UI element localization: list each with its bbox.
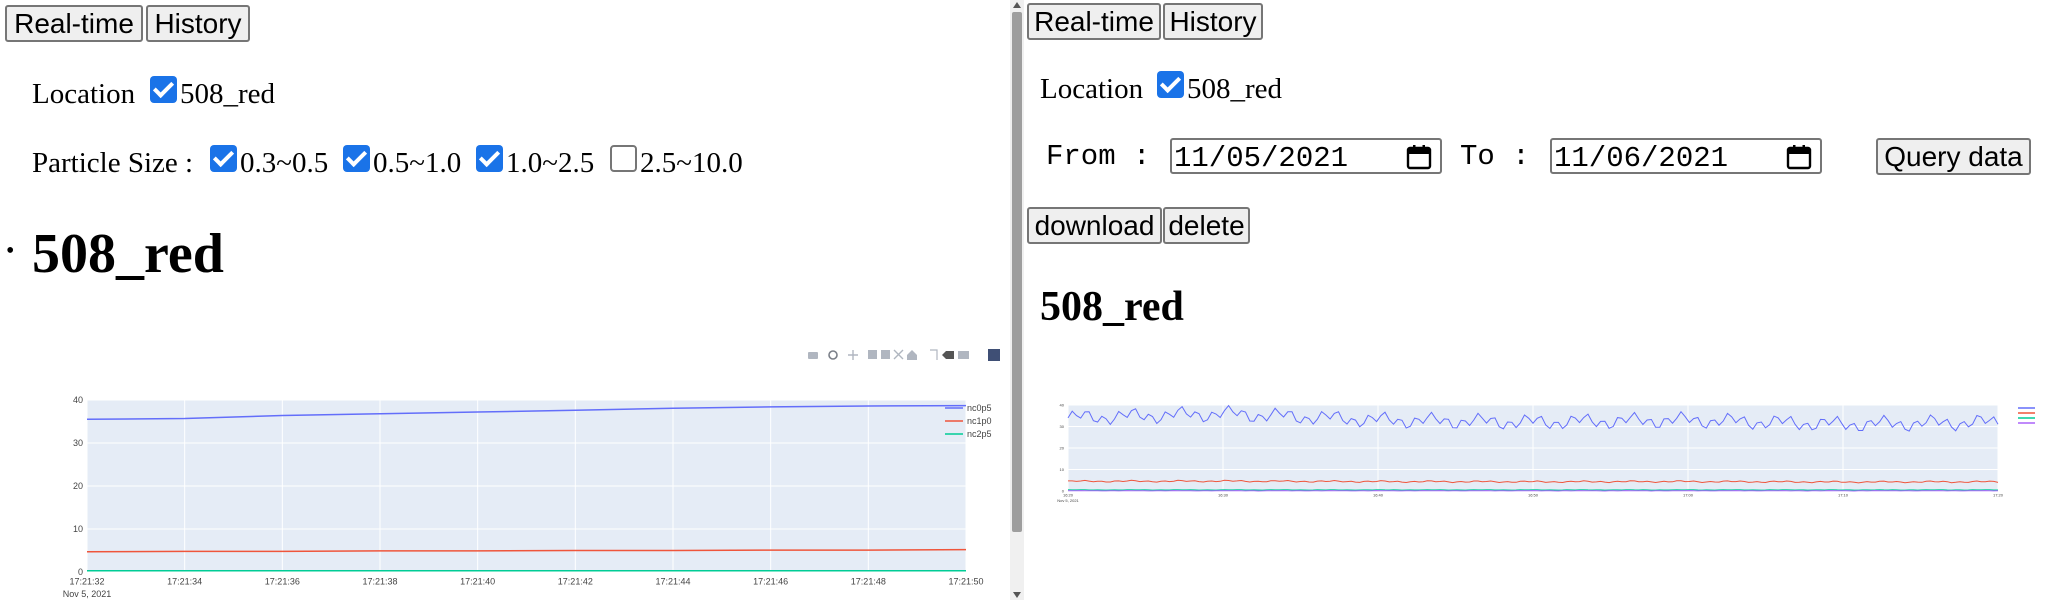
delete-button[interactable]: delete — [1163, 207, 1250, 244]
particle-checkbox-1p0[interactable] — [476, 145, 503, 172]
x-tick-label: 16:30 — [1218, 493, 1229, 498]
calendar-icon[interactable] — [1786, 144, 1812, 170]
from-date-input[interactable]: 11/05/2021 — [1170, 138, 1442, 175]
location-label: Location — [32, 78, 136, 110]
x-date-label: Nov 5, 2021 — [63, 589, 112, 599]
particle-option-1p0: 1.0~2.5 — [506, 147, 595, 179]
pan-icon[interactable] — [848, 350, 858, 360]
to-label: To : — [1460, 140, 1530, 173]
particle-option-2p5: 2.5~10.0 — [640, 147, 743, 179]
realtime-chart[interactable]: 01020304017:21:32 17:21:34 17:21:36 17:21:3… — [40, 388, 1000, 600]
particle-checkbox-0p3[interactable] — [210, 145, 237, 172]
legend-label: nc1p0 — [967, 416, 992, 426]
spike-lines-icon[interactable] — [930, 349, 938, 360]
zoom-icon[interactable] — [828, 350, 838, 360]
location-checkbox-right[interactable] — [1157, 71, 1184, 98]
y-tick-label: 10 — [1060, 467, 1065, 472]
legend-label: nc0p5 — [967, 403, 992, 413]
reset-axes-icon[interactable] — [907, 350, 917, 360]
history-button-right[interactable]: History — [1163, 3, 1263, 40]
location-heading: 508_red — [32, 223, 224, 285]
x-tick-label: 16:40 — [1373, 493, 1384, 498]
autoscale-icon[interactable] — [893, 349, 904, 360]
x-tick-label: 17:21:32 — [69, 577, 104, 587]
particle-size-label: Particle Size : — [32, 147, 194, 179]
x-tick-label: 17:21:38 — [362, 577, 397, 587]
x-tick-label: 17:21:40 — [460, 577, 495, 587]
x-tick-label: 16:50 — [1528, 493, 1539, 498]
x-tick-label: 17:20 — [1993, 493, 2004, 498]
history-button[interactable]: History — [146, 5, 250, 42]
particle-checkbox-0p5[interactable] — [343, 145, 370, 172]
location-checkbox[interactable] — [150, 76, 177, 103]
x-date-label: Nov 5, 2021 — [1057, 498, 1079, 503]
particle-checkbox-2p5[interactable] — [610, 145, 637, 172]
particle-option-0p3: 0.3~0.5 — [240, 147, 329, 179]
x-tick-label: 17:21:36 — [265, 577, 300, 587]
y-tick-label: 10 — [73, 524, 83, 534]
realtime-button[interactable]: Real-time — [5, 5, 143, 42]
scroll-down-icon[interactable] — [1013, 592, 1021, 598]
realtime-button-right[interactable]: Real-time — [1027, 3, 1161, 40]
query-data-button[interactable]: Query data — [1876, 138, 2031, 175]
bullet-icon: • — [6, 238, 15, 264]
left-panel-scrollbar[interactable] — [1010, 0, 1024, 600]
history-chart[interactable]: 01020304016:20 16:30 16:40 16:50 17:00 17:10 1… — [1050, 398, 2035, 508]
legend-label: nc2p5 — [967, 429, 992, 439]
download-button[interactable]: download — [1027, 207, 1162, 244]
y-tick-label: 30 — [1060, 424, 1065, 429]
y-tick-label: 40 — [73, 395, 83, 405]
to-date-input[interactable]: 11/06/2021 — [1550, 138, 1822, 175]
from-label: From : — [1046, 140, 1151, 173]
hover-compare-icon[interactable] — [958, 351, 969, 359]
x-tick-label: 17:10 — [1838, 493, 1849, 498]
y-tick-label: 40 — [1060, 402, 1065, 407]
x-tick-label: 17:21:34 — [167, 577, 202, 587]
x-tick-label: 17:21:48 — [851, 577, 886, 587]
x-tick-label: 17:21:44 — [655, 577, 690, 587]
x-tick-label: 16:20 — [1063, 493, 1074, 498]
chart-modebar — [806, 348, 1002, 362]
y-tick-label: 20 — [1060, 445, 1065, 450]
x-tick-label: 17:00 — [1683, 493, 1694, 498]
calendar-icon[interactable] — [1406, 144, 1432, 170]
from-date-value: 11/05/2021 — [1174, 142, 1349, 175]
location-value-right: 508_red — [1187, 73, 1283, 105]
location-label-right: Location — [1040, 73, 1144, 105]
y-tick-label: 30 — [73, 438, 83, 448]
particle-option-0p5: 0.5~1.0 — [373, 147, 462, 179]
to-date-value: 11/06/2021 — [1554, 142, 1729, 175]
location-value: 508_red — [180, 78, 276, 110]
scrollbar-thumb[interactable] — [1012, 12, 1022, 532]
camera-icon[interactable] — [808, 352, 818, 359]
zoom-in-icon[interactable] — [868, 350, 877, 359]
zoom-out-icon[interactable] — [881, 350, 890, 359]
hover-closest-icon[interactable] — [942, 351, 954, 359]
y-tick-label: 20 — [73, 481, 83, 491]
history-heading: 508_red — [1040, 284, 1184, 330]
scroll-up-icon[interactable] — [1013, 2, 1021, 8]
x-tick-label: 17:21:46 — [753, 577, 788, 587]
x-tick-label: 17:21:42 — [558, 577, 593, 587]
plotly-logo-icon[interactable] — [988, 349, 1000, 361]
x-tick-label: 17:21:50 — [948, 577, 983, 587]
